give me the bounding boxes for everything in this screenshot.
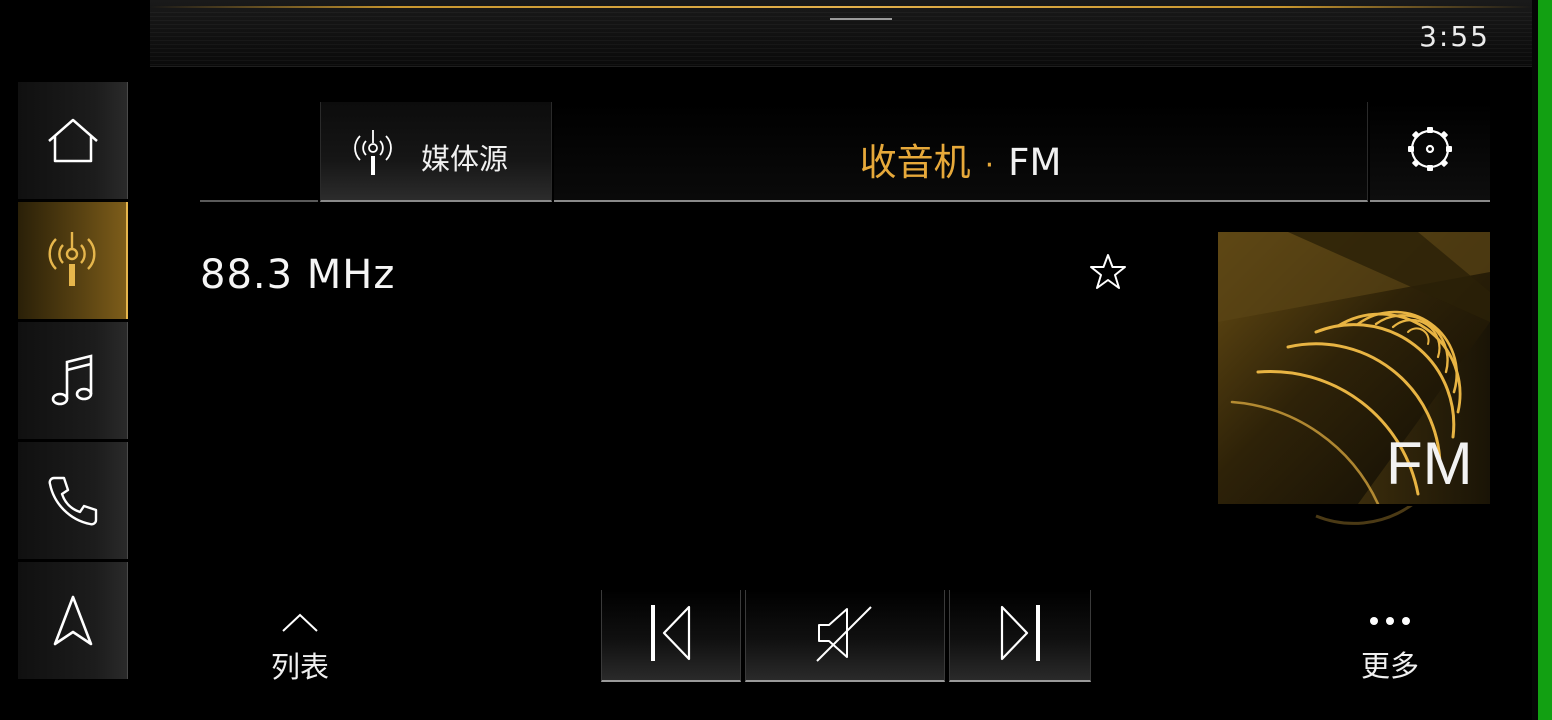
phone-icon — [46, 474, 100, 528]
previous-station-button[interactable] — [601, 590, 741, 682]
media-source-label: 媒体源 — [421, 142, 509, 176]
station-artwork: FM — [1218, 232, 1490, 506]
more-dots-icon — [1368, 612, 1412, 631]
station-frequency: 88.3 MHz — [200, 252, 396, 298]
gear-icon — [1407, 126, 1453, 176]
settings-button[interactable] — [1370, 102, 1490, 202]
artwork-label: FM — [1386, 430, 1473, 497]
media-source-button[interactable]: 媒体源 — [320, 102, 552, 202]
list-label: 列表 — [270, 650, 329, 684]
next-station-button[interactable] — [949, 590, 1091, 682]
speaker-muted-icon — [815, 603, 875, 667]
favorite-button[interactable] — [1088, 252, 1128, 296]
home-icon — [45, 117, 101, 165]
clock: 3:55 — [1419, 20, 1490, 53]
skip-previous-icon — [648, 603, 694, 667]
sidebar-item-navigation[interactable] — [18, 562, 128, 679]
title-separator: · — [984, 148, 995, 183]
screen-edge — [1538, 0, 1552, 720]
status-bar: 3:55 — [150, 0, 1532, 67]
navigation-arrow-icon — [51, 594, 95, 648]
star-outline-icon — [1088, 254, 1128, 296]
page-title: 收音机 · FM — [554, 102, 1368, 202]
station-artwork-reflection: FM — [1218, 506, 1490, 616]
radio-antenna-icon — [45, 231, 99, 290]
more-button[interactable]: 更多 — [1340, 612, 1440, 692]
music-note-icon — [51, 353, 95, 408]
sidebar-item-home[interactable] — [18, 82, 128, 199]
page-title-main: 收音机 — [859, 141, 971, 184]
sidebar-item-radio[interactable] — [18, 202, 128, 319]
header-divider — [200, 200, 318, 202]
antenna-icon — [351, 130, 395, 180]
sidebar-item-phone[interactable] — [18, 442, 128, 559]
list-button[interactable]: 列表 — [250, 612, 350, 692]
mute-button[interactable] — [745, 590, 945, 682]
chevron-up-icon — [280, 613, 320, 638]
status-accent-line — [150, 6, 1532, 8]
page-title-band: FM — [1008, 141, 1062, 184]
status-texture — [150, 12, 1532, 66]
sidebar — [18, 82, 128, 682]
more-label: 更多 — [1360, 649, 1419, 683]
sidebar-item-music[interactable] — [18, 322, 128, 439]
pull-down-handle[interactable] — [830, 18, 892, 20]
skip-next-icon — [997, 603, 1043, 667]
